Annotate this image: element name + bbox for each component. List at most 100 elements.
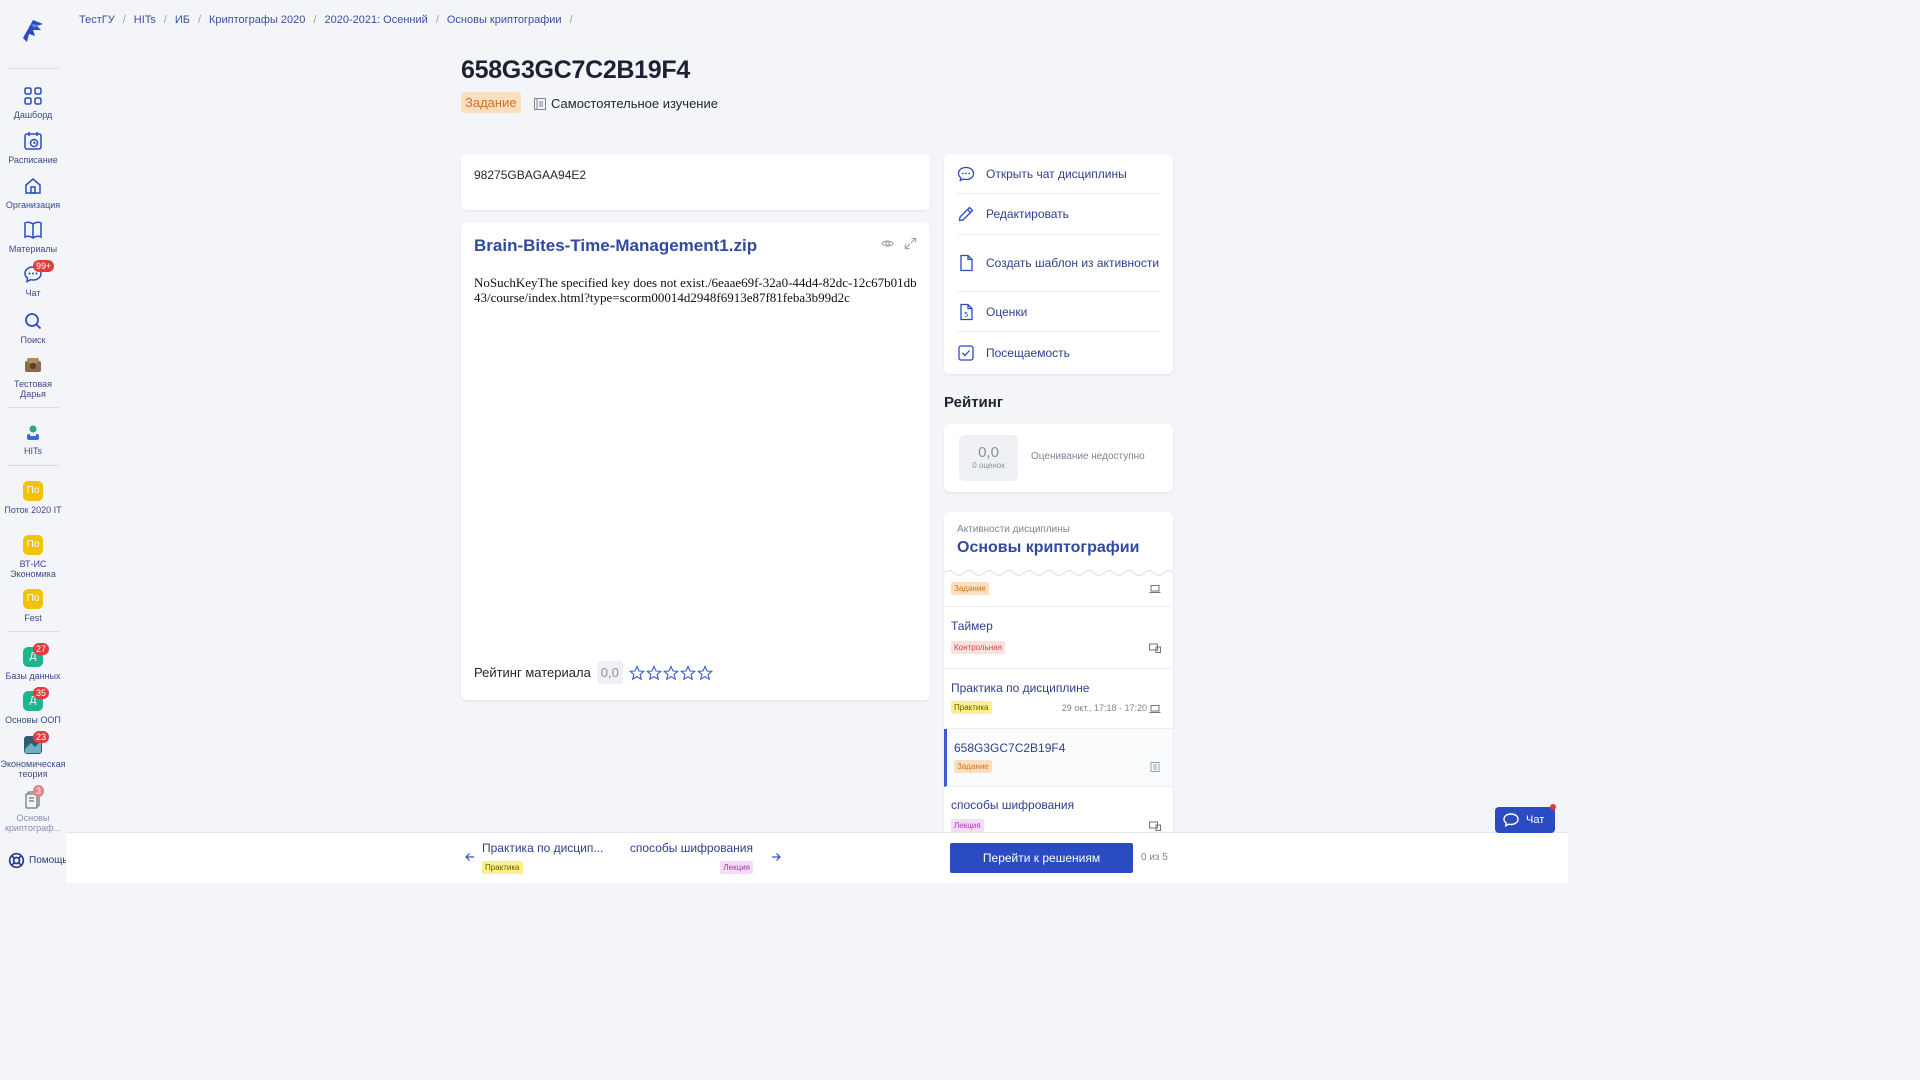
sidebar-item-chat[interactable]: Чат 99+ (0, 260, 66, 298)
activities-panel: Активности дисциплины Основы криптографи… (944, 512, 1173, 842)
sidebar-item-fest[interactable]: По Fest (0, 589, 66, 623)
sidebar-item-stream-2020[interactable]: По Поток 2020 IT (0, 481, 66, 515)
arrow-right-icon (772, 853, 781, 861)
sidebar-item-economics[interactable]: Экономическая теория 23 (0, 731, 66, 779)
eye-icon[interactable] (881, 237, 894, 250)
count-badge: 3 (33, 785, 45, 797)
sidebar-item-schedule[interactable]: Расписание (0, 131, 66, 165)
breadcrumb-item[interactable]: 2020-2021: Осенний (324, 14, 427, 26)
grades-button[interactable]: 5 Оценки (957, 292, 1160, 332)
go-to-solutions-button[interactable]: Перейти к решениям (950, 843, 1133, 873)
sidebar-divider (8, 631, 59, 632)
sidebar-item-label: Экономическая теория (0, 759, 66, 779)
create-template-button[interactable]: Создать шаблон из активности (957, 235, 1160, 292)
sidebar-item-search[interactable]: Поиск (0, 311, 66, 345)
sidebar-item-label: Поток 2020 IT (4, 505, 62, 515)
description-text: 98275GBAGAA94E2 (474, 168, 587, 182)
attendance-button[interactable]: Посещаемость (957, 332, 1160, 374)
list-item[interactable]: Задание (944, 576, 1173, 607)
count-badge: 23 (33, 731, 50, 743)
activity-type-badge: Практика (482, 861, 523, 874)
list-item-current[interactable]: 658G3GC7C2B19F4 Задание (944, 729, 1173, 787)
sidebar-item-label: Дашборд (13, 110, 53, 120)
sidebar-item-vt-is[interactable]: По ВТ-ИС Экономика (0, 535, 66, 579)
sidebar-item-databases[interactable]: Д Базы данных 27 (0, 643, 66, 681)
star-icon[interactable] (679, 664, 696, 681)
star-icon[interactable] (645, 664, 662, 681)
sidebar-item-profile[interactable]: Тестовая Дарья (0, 355, 66, 399)
hits-logo-icon (27, 425, 39, 440)
rating-stars (628, 664, 713, 681)
actions-menu: Открыть чат дисциплины Редактировать Соз… (944, 154, 1173, 374)
rating-value: 0,0 (978, 444, 999, 461)
activity-type-badge: Контрольная (951, 641, 1005, 654)
breadcrumb-item[interactable]: ТестГУ (79, 14, 115, 26)
sidebar-item-label: Организация (5, 200, 61, 210)
sidebar-item-dashboard[interactable]: Дашборд (0, 86, 66, 120)
star-icon[interactable] (662, 664, 679, 681)
activity-type-badge: Задание (954, 760, 992, 773)
rating-heading: Рейтинг (944, 394, 1004, 411)
menu-item-label: Редактировать (986, 207, 1069, 221)
group-abbr-icon: По (23, 481, 43, 501)
menu-item-label: Посещаемость (986, 346, 1070, 360)
sidebar-item-label: ВТ-ИС Экономика (10, 559, 56, 579)
activity-type-badge: Лекция (720, 861, 753, 874)
material-rating: Рейтинг материала 0,0 (474, 661, 713, 684)
rating-count: 0 оценок (972, 461, 1005, 470)
home-icon (25, 178, 41, 194)
sidebar: Дашборд Расписание Организация Материалы… (0, 0, 68, 883)
study-mode: Самостоятельное изучение (533, 96, 718, 111)
breadcrumb-separator: / (569, 14, 573, 26)
activity-type-badge: Задание (951, 582, 989, 595)
breadcrumb-separator: / (197, 14, 202, 26)
edit-button[interactable]: Редактировать (957, 194, 1160, 235)
pencil-icon (958, 206, 974, 222)
star-icon[interactable] (696, 664, 713, 681)
arrow-left-icon (465, 853, 474, 861)
sidebar-item-label: Fest (24, 613, 42, 623)
list-item[interactable]: Таймер Контрольная (944, 607, 1173, 669)
breadcrumb: ТестГУ / HITs / ИБ / Криптографы 2020 / 2020… (79, 14, 573, 26)
breadcrumb-item[interactable]: ИБ (175, 14, 190, 26)
breadcrumb-item[interactable]: HITs (134, 14, 156, 26)
chat-button[interactable]: Чат (1495, 807, 1555, 833)
sidebar-item-organization[interactable]: Организация (0, 176, 66, 210)
help-link[interactable]: Помощь (8, 852, 68, 869)
sidebar-item-materials[interactable]: Материалы (0, 220, 66, 254)
sidebar-item-oop[interactable]: Д Основы ООП 35 (0, 687, 66, 725)
activity-type-badge: Практика (951, 701, 992, 714)
checkbox-icon (958, 345, 974, 361)
menu-item-label: Открыть чат дисциплины (986, 166, 1127, 181)
list-item[interactable]: Практика по дисциплине Практика 29 окт.,… (944, 669, 1173, 729)
sidebar-item-label: Основы криптограф... (4, 813, 62, 833)
sidebar-item-crypto[interactable]: Основы криптограф... 3 (0, 785, 66, 833)
star-icon[interactable] (628, 664, 645, 681)
material-rating-label: Рейтинг материала (474, 665, 591, 680)
search-icon (25, 313, 42, 330)
logo-icon[interactable] (19, 16, 47, 44)
sidebar-item-hits[interactable]: HITs (0, 422, 66, 456)
file-name-link[interactable]: Brain-Bites-Time-Management1.zip (474, 236, 757, 256)
breadcrumb-item[interactable]: Основы криптографии (447, 14, 562, 26)
sidebar-divider (8, 407, 59, 408)
document-icon (1150, 762, 1160, 772)
material-rating-value: 0,0 (596, 661, 623, 684)
open-discipline-chat-button[interactable]: Открыть чат дисциплины (957, 154, 1160, 194)
expand-icon[interactable] (904, 237, 917, 250)
breadcrumb-item[interactable]: Криптографы 2020 (209, 14, 305, 26)
file-preview-error: NoSuchKeyThe specified key does not exis… (474, 275, 917, 305)
grades-document-icon: 5 (960, 303, 973, 320)
menu-item-label: Оценки (986, 304, 1028, 319)
activity-type-badge: Задание (461, 92, 521, 113)
file-tools (881, 237, 917, 250)
description-card: 98275GBAGAA94E2 (461, 154, 930, 210)
activities-title[interactable]: Основы криптографии (957, 539, 1139, 557)
group-abbr-icon: По (23, 535, 43, 555)
chat-button-label: Чат (1526, 814, 1545, 826)
bottom-navigation: Практика по дисцип... Практика способы ш… (66, 832, 1568, 883)
sidebar-divider (8, 465, 59, 466)
count-badge: 35 (33, 687, 50, 699)
rating-card: 0,0 0 оценок Оценивание недоступно (944, 424, 1173, 492)
chat-icon (957, 166, 975, 182)
